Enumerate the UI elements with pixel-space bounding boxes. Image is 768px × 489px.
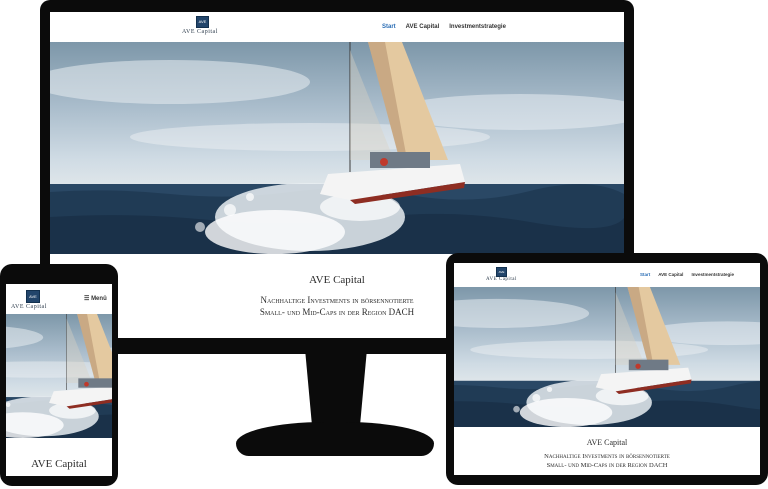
mobile-menu-label: Menü (91, 296, 107, 302)
mobile-phone-frame: AVE AVE Capital ☰ Menü AVE Capital (0, 264, 118, 486)
tablet-frame: AVE AVE Capital Start AVE Capital Invest… (446, 253, 768, 485)
mobile-hero-title: AVE Capital (31, 458, 87, 470)
logo-name[interactable]: AVE Capital (182, 29, 218, 35)
logo-mark[interactable]: AVE (196, 16, 209, 28)
site-header: AVE AVE Capital Start AVE Capital Invest… (50, 12, 624, 42)
tablet-hero-subtitle-line2: Small- und Mid-Caps in der Region DACH (546, 462, 668, 469)
tablet-nav: Start AVE Capital Investmentstrategie (640, 272, 734, 277)
nav-item-ave-capital[interactable]: AVE Capital (406, 24, 440, 30)
tablet-screen: AVE AVE Capital Start AVE Capital Invest… (454, 263, 760, 475)
mobile-logo-name[interactable]: AVE Capital (11, 304, 47, 310)
tablet-hero-title: AVE Capital (586, 438, 628, 447)
tablet-hero-subtitle-line1: Nachhaltige Investments in börsennotiert… (544, 453, 670, 460)
mobile-logo-mark[interactable]: AVE (26, 290, 40, 303)
logo-mark-text: AVE (198, 19, 207, 24)
hamburger-icon: ☰ (84, 296, 90, 302)
tablet-logo-mark[interactable]: AVE (496, 267, 507, 277)
main-nav: Start AVE Capital Investmentstrategie (382, 24, 506, 30)
tablet-header: AVE AVE Capital Start AVE Capital Invest… (454, 263, 760, 287)
hero-sailing-image (50, 42, 624, 254)
nav-item-start[interactable]: Start (382, 24, 396, 30)
tablet-nav-item-start[interactable]: Start (640, 272, 650, 277)
tablet-nav-item-ave-capital[interactable]: AVE Capital (658, 272, 683, 277)
mobile-hero-text: AVE Capital (6, 458, 112, 470)
mobile-screen: AVE AVE Capital ☰ Menü AVE Capital (6, 284, 112, 476)
tablet-nav-item-investmentstrategie[interactable]: Investmentstrategie (691, 272, 734, 277)
mobile-logo-mark-text: AVE (29, 294, 37, 299)
mobile-hero-image (6, 314, 112, 438)
nav-item-investmentstrategie[interactable]: Investmentstrategie (449, 24, 506, 30)
tablet-logo-mark-text: AVE (498, 270, 505, 274)
tablet-logo-name[interactable]: AVE Capital (486, 277, 517, 282)
tablet-hero-text: AVE Capital Nachhaltige Investments in b… (454, 438, 760, 470)
mobile-header: AVE AVE Capital ☰ Menü (6, 284, 112, 314)
monitor-stand-foot (236, 422, 434, 456)
tablet-hero-image (454, 287, 760, 427)
mobile-menu-button[interactable]: ☰ Menü (84, 295, 107, 302)
